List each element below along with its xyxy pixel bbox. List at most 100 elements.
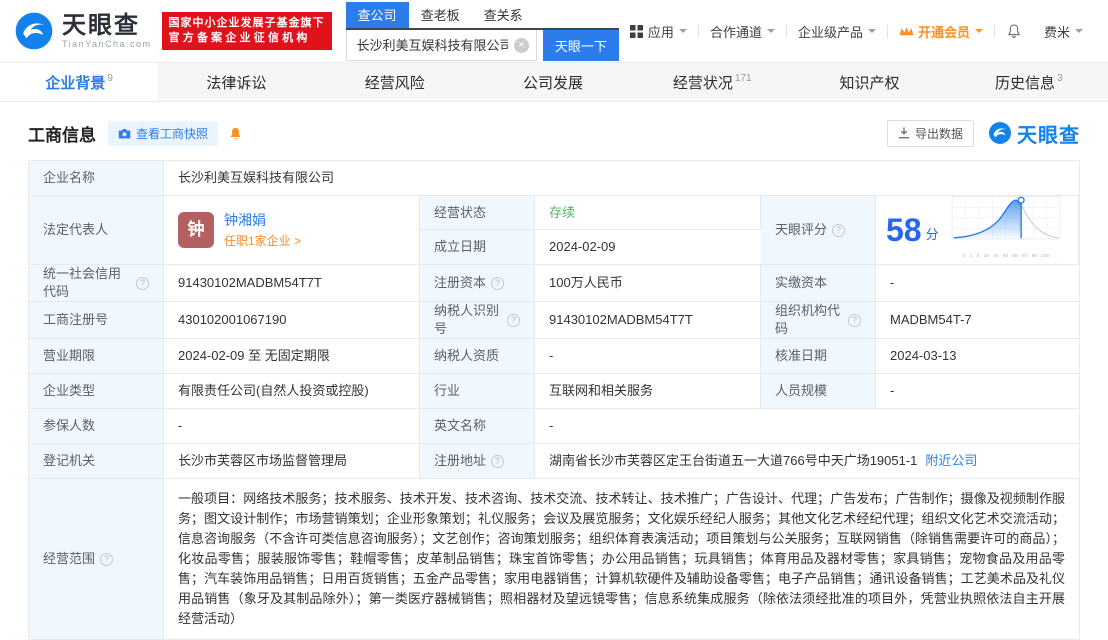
industry-value: 互联网和相关服务 [535,374,761,408]
help-icon[interactable] [507,314,520,327]
table-row: 营业期限 2024-02-09 至 无固定期限 纳税人资质 - 核准日期 202… [29,339,1079,374]
nav-enterprise-label: 企业级产品 [798,22,863,41]
logo-title: 天眼查 [62,14,152,38]
score-value: 58 [886,214,922,246]
nearby-companies-link[interactable]: 附近公司 [925,452,977,470]
company-section-tabs: 企业背景9 法律诉讼 经营风险 公司发展 经营状况171 知识产权 历史信息3 [0,62,1108,102]
tab-count: 171 [735,73,752,84]
address-value: 湖南省长沙市芙蓉区定王台街道五一大道766号中天广场19051-1 [549,452,917,470]
business-info-table: 企业名称 长沙利美互娱科技有限公司 法定代表人 钟 钟湘娟 任职1家企业 > 经… [28,160,1080,640]
org-code-value: MADBM54T-7 [876,302,1079,338]
table-row: 法定代表人 钟 钟湘娟 任职1家企业 > 经营状态 存续 天眼评分 58 分 [29,196,1079,265]
table-row: 经营范围 一般项目：网络技术服务；技术服务、技术开发、技术咨询、技术交流、技术转… [29,479,1079,639]
company-type-label: 企业类型 [29,374,164,408]
chevron-down-icon [868,29,876,37]
tab-history-info[interactable]: 历史信息3 [950,63,1108,101]
search-input[interactable] [346,30,537,61]
tab-count: 3 [1057,73,1063,84]
chevron-down-icon [1075,29,1083,37]
tab-label: 公司发展 [523,72,583,93]
nav-membership-label: 开通会员 [918,22,970,41]
registry-value: 长沙市芙蓉区市场监督管理局 [164,444,420,478]
help-icon[interactable] [136,277,149,290]
business-term-value: 2024-02-09 至 无固定期限 [164,339,420,373]
business-scope-value: 一般项目：网络技术服务；技术服务、技术开发、技术咨询、技术交流、技术转让、技术推… [164,479,1079,639]
crown-icon [899,25,914,38]
header-nav: 应用 合作通道 企业级产品 开通会员 费米 [619,22,1094,41]
legal-rep-tenure-link[interactable]: 任职1家企业 > [224,232,301,250]
tianyancha-logo[interactable]: 天眼查 TianYanCha.com [14,11,152,51]
reg-capital-value: 100万人民币 [535,265,761,301]
view-business-snapshot-button[interactable]: 查看工商快照 [108,121,218,146]
chevron-down-icon [767,29,775,37]
staff-size-label: 人员规模 [761,374,876,408]
insured-count-label: 参保人数 [29,409,164,443]
legal-rep-label: 法定代表人 [29,196,164,264]
tab-label: 历史信息 [995,72,1055,93]
export-data-button[interactable]: 导出数据 [887,120,974,147]
taxpayer-quality-value: - [535,339,761,373]
section-title: 工商信息 [28,121,96,146]
tianyancha-watermark-logo: 天眼查 [988,119,1080,148]
help-icon[interactable] [832,224,845,237]
tab-intellectual-property[interactable]: 知识产权 [791,63,949,101]
watermark-text: 天眼查 [1017,119,1080,148]
paid-capital-value: - [876,265,1079,301]
tab-company-development[interactable]: 公司发展 [475,63,633,101]
search-button[interactable]: 天眼一下 [543,30,619,61]
app-grid-icon [630,25,643,38]
status-value: 存续 [535,196,761,230]
established-value: 2024-02-09 [535,230,761,264]
score-cell: 58 分 [876,196,1079,264]
help-icon[interactable] [491,277,504,290]
search-tab-company[interactable]: 查公司 [346,2,409,28]
nav-enterprise-products[interactable]: 企业级产品 [787,22,887,41]
notifications-bell[interactable] [995,23,1033,39]
search-tabs: 查公司 查老板 查关系 [346,2,619,30]
table-row: 统一社会信用代码 91430102MADBM54T7T 注册资本 100万人民币… [29,265,1079,302]
header-search: 查公司 查老板 查关系 天眼一下 [346,2,619,61]
score-label: 天眼评分 [761,196,876,264]
address-cell: 湖南省长沙市芙蓉区定王台街道五一大道766号中天广场19051-1 附近公司 [535,444,1079,478]
business-scope-label: 经营范围 [29,479,164,639]
bell-icon [1006,23,1022,39]
english-name-value: - [535,409,1079,443]
site-header: 天眼查 TianYanCha.com 国家中小企业发展子基金旗下 官方备案企业征… [0,0,1108,62]
tab-label: 法律诉讼 [206,72,266,93]
label-text: 注册地址 [434,452,486,470]
tab-operating-risk[interactable]: 经营风险 [317,63,475,101]
industry-label: 行业 [420,374,535,408]
label-text: 统一社会信用代码 [43,265,131,301]
business-info-header: 工商信息 查看工商快照 导出数据 [28,118,1080,148]
user-menu[interactable]: 费米 [1033,22,1094,41]
tab-count: 9 [107,73,113,84]
nav-open-membership[interactable]: 开通会员 [888,22,994,41]
clear-search-icon[interactable] [514,38,529,53]
nav-apps[interactable]: 应用 [619,22,698,41]
legal-rep-name-link[interactable]: 钟湘娟 [224,211,301,229]
legal-rep-avatar[interactable]: 钟 [178,212,214,248]
camera-icon [118,128,131,139]
credit-code-value: 91430102MADBM54T7T [164,265,420,301]
score-distribution-chart: 01 515 3050 6587 99100 [951,196,1061,265]
search-tab-relation[interactable]: 查关系 [472,2,535,28]
address-label: 注册地址 [420,444,535,478]
score-chart-axis-ticks: 01 515 3050 6587 99100 [962,248,1050,262]
insured-count-value: - [164,409,420,443]
help-icon[interactable] [100,553,113,566]
help-icon[interactable] [491,455,504,468]
monitor-bell-icon[interactable] [228,126,243,141]
taxpayer-id-label: 纳税人识别号 [420,302,535,338]
tab-legal-proceedings[interactable]: 法律诉讼 [158,63,316,101]
label-text: 注册资本 [434,274,486,292]
reg-capital-label: 注册资本 [420,265,535,301]
approval-date-label: 核准日期 [761,339,876,373]
company-name-label: 企业名称 [29,161,164,195]
help-icon[interactable] [848,314,861,327]
search-tab-boss[interactable]: 查老板 [409,2,472,28]
tab-operating-status[interactable]: 经营状况171 [633,63,791,101]
export-button-label: 导出数据 [915,125,963,142]
nav-cooperation[interactable]: 合作通道 [699,22,786,41]
english-name-label: 英文名称 [420,409,535,443]
tab-enterprise-background[interactable]: 企业背景9 [0,63,158,101]
